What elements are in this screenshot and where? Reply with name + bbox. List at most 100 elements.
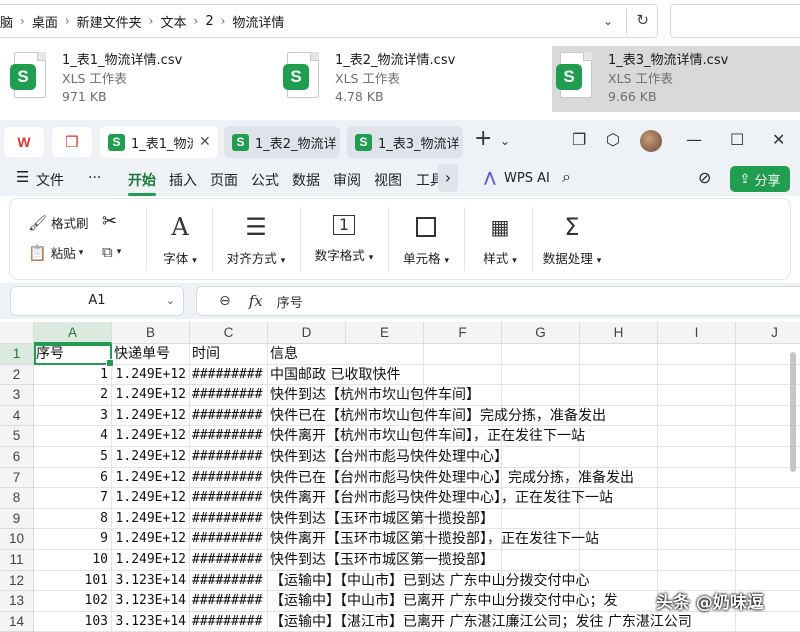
pdf-app-button[interactable]: ❒ — [52, 127, 92, 157]
breadcrumb-item[interactable]: 2 — [205, 14, 213, 29]
table-cell[interactable] — [346, 344, 424, 365]
breadcrumb-item[interactable]: 新建文件夹 — [77, 12, 142, 31]
vertical-scrollbar[interactable] — [790, 352, 796, 472]
table-cell[interactable]: 快件到达【玉环市城区第一揽投部】 — [268, 550, 494, 571]
table-cell[interactable] — [658, 529, 736, 550]
table-cell[interactable]: 1.249E+12 — [112, 529, 190, 550]
close-icon[interactable]: ✕ — [199, 134, 211, 150]
row-header[interactable]: 9 — [0, 508, 34, 530]
user-avatar[interactable] — [640, 130, 662, 152]
new-tab-plus-icon[interactable]: + — [474, 126, 492, 151]
hamburger-icon[interactable]: ☰ — [16, 168, 29, 186]
refresh-icon[interactable]: ↻ — [636, 11, 649, 29]
alignment-group[interactable]: ☰ 对齐方式 ▾ — [214, 199, 298, 279]
table-cell[interactable]: 1.249E+12 — [112, 488, 190, 509]
table-cell[interactable] — [736, 612, 800, 632]
table-cell[interactable]: 3.123E+14 — [112, 611, 190, 632]
table-cell[interactable]: 1.249E+12 — [112, 385, 190, 406]
column-header[interactable]: I — [658, 322, 736, 344]
breadcrumb-item[interactable]: 脑 — [0, 12, 13, 31]
minimize-icon[interactable]: — — [686, 130, 702, 149]
tab-sheet-3[interactable]: S 1_表3_物流详 — [347, 126, 463, 158]
cells-group[interactable]: 单元格 ▾ — [390, 199, 462, 279]
table-cell[interactable]: 【运输中】【湛江市】已离开 广东湛江廉江公司；发往 广东湛江公司 — [268, 612, 692, 632]
table-cell[interactable] — [736, 529, 800, 550]
formula-input[interactable]: ⊖ fx 序号 — [196, 286, 800, 316]
table-cell[interactable]: 7 — [34, 488, 112, 509]
table-cell[interactable] — [580, 550, 658, 571]
table-cell[interactable] — [736, 550, 800, 571]
table-cell[interactable]: ######### — [190, 508, 268, 530]
chevron-down-icon[interactable]: ⌄ — [603, 14, 613, 28]
menu-home[interactable]: 开始 — [128, 170, 156, 196]
row-header[interactable]: 11 — [0, 550, 34, 571]
table-cell[interactable]: ######### — [190, 364, 268, 386]
column-header[interactable]: H — [580, 322, 658, 344]
table-cell[interactable]: 【运输中】【中山市】已离开 广东中山分拨交付中心；发 — [268, 591, 617, 612]
row-header[interactable]: 12 — [0, 570, 34, 592]
wps-ai-button[interactable]: WPS AI — [504, 171, 550, 186]
table-cell[interactable] — [502, 447, 580, 468]
table-cell[interactable]: 1.249E+12 — [112, 508, 190, 530]
table-cell[interactable]: 1.249E+12 — [112, 550, 190, 571]
table-cell[interactable] — [502, 364, 580, 386]
table-cell[interactable]: 快件离开【杭州市坎山包件车间】，正在发往下一站 — [268, 426, 585, 447]
menu-more[interactable]: ··· — [88, 170, 101, 186]
column-header[interactable]: G — [502, 322, 580, 344]
table-cell[interactable]: 信息 — [268, 344, 346, 365]
table-cell[interactable] — [658, 447, 736, 468]
breadcrumb-item[interactable]: 物流详情 — [232, 12, 284, 31]
menu-data[interactable]: 数据 — [292, 170, 320, 190]
table-cell[interactable]: 2 — [34, 385, 112, 406]
table-cell[interactable] — [580, 508, 658, 530]
select-all-corner[interactable] — [0, 322, 34, 344]
table-cell[interactable]: ######### — [190, 426, 268, 447]
copy-button[interactable]: ⧉ ▾ — [102, 243, 121, 261]
number-format-group[interactable]: 1 数字格式 ▾ — [302, 199, 386, 279]
table-cell[interactable]: 【运输中】【中山市】已到达 广东中山分拨交付中心 — [268, 571, 589, 592]
table-cell[interactable]: 快件到达【玉环市城区第十揽投部】 — [268, 509, 494, 530]
table-cell[interactable]: 中国邮政 已收取快件 — [268, 365, 400, 386]
file-item-selected[interactable]: S 1_表3_物流详情.csv XLS 工作表 9.66 KB — [552, 46, 800, 112]
menu-tools[interactable]: 工具 — [416, 170, 438, 190]
table-cell[interactable]: ######### — [190, 467, 268, 489]
table-cell[interactable]: ######### — [190, 405, 268, 427]
cloud-sync-icon[interactable]: ⊘ — [698, 168, 711, 187]
table-cell[interactable] — [658, 550, 736, 571]
row-header[interactable]: 2 — [0, 364, 34, 386]
table-cell[interactable]: 1.249E+12 — [112, 447, 190, 468]
row-header[interactable]: 5 — [0, 426, 34, 447]
table-cell[interactable]: 4 — [34, 426, 112, 447]
wps-home-button[interactable]: W — [4, 127, 44, 157]
column-header[interactable]: C — [190, 322, 268, 344]
cube-icon[interactable]: ⬡ — [606, 130, 620, 149]
chevron-right-icon[interactable]: › — [438, 164, 458, 192]
table-cell[interactable]: ######### — [190, 611, 268, 632]
table-cell[interactable]: 快件已在【杭州市坎山包件车间】完成分拣，准备发出 — [268, 406, 606, 427]
table-cell[interactable]: 9 — [34, 529, 112, 550]
table-cell[interactable] — [424, 364, 502, 386]
table-cell[interactable]: 快件离开【台州市彪马快件处理中心】，正在发往下一站 — [268, 488, 613, 509]
menu-page[interactable]: 页面 — [210, 170, 238, 190]
font-group[interactable]: A 字体 ▾ — [150, 199, 210, 279]
menu-formula[interactable]: 公式 — [251, 170, 279, 190]
table-cell[interactable]: 快件离开【玉环市城区第十揽投部】，正在发往下一站 — [268, 529, 599, 550]
table-cell[interactable] — [580, 364, 658, 386]
table-cell[interactable] — [736, 488, 800, 509]
column-header[interactable]: J — [736, 322, 800, 344]
table-cell[interactable]: 103 — [34, 611, 112, 632]
table-cell[interactable]: 5 — [34, 447, 112, 468]
file-item[interactable]: S 1_表2_物流详情.csv XLS 工作表 4.78 KB — [283, 46, 523, 112]
table-cell[interactable] — [736, 509, 800, 530]
table-cell[interactable]: 快件到达【台州市彪马快件处理中心】 — [268, 447, 508, 468]
table-cell[interactable]: 快件已在【台州市彪马快件处理中心】完成分拣，准备发出 — [268, 468, 634, 489]
data-processing-group[interactable]: Σ 数据处理 ▾ — [534, 199, 610, 279]
row-header[interactable]: 10 — [0, 529, 34, 550]
breadcrumb-item[interactable]: 桌面 — [32, 12, 58, 31]
table-cell[interactable]: 快件到达【杭州市坎山包件车间】 — [268, 385, 480, 406]
table-cell[interactable] — [580, 385, 658, 406]
table-cell[interactable]: 101 — [34, 570, 112, 592]
menu-file[interactable]: 文件 — [36, 170, 64, 190]
table-cell[interactable]: 3.123E+14 — [112, 591, 190, 612]
row-header[interactable]: 1 — [0, 344, 34, 365]
